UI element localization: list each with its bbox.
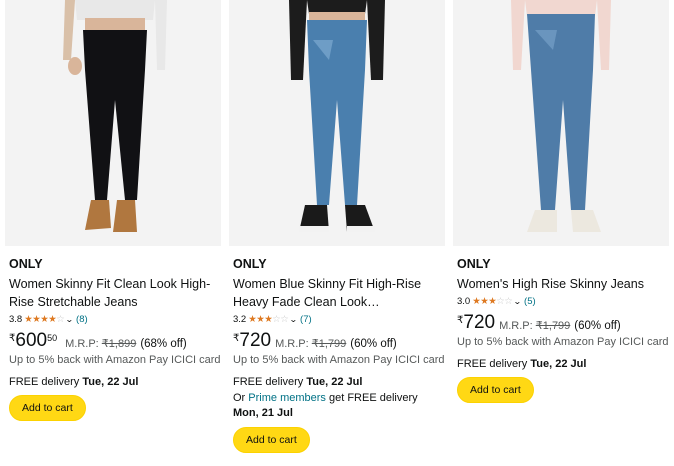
prime-delivery-info: Or Prime members get FREE delivery Mon, …	[233, 392, 418, 419]
product-title[interactable]: Women's High Rise Skinny Jeans	[457, 275, 669, 293]
mrp: M.R.P: ₹1,799	[275, 338, 347, 350]
price-whole: 600	[15, 330, 48, 351]
rating-score: 3.2	[233, 314, 247, 325]
chevron-down-icon[interactable]: ⌄	[65, 314, 74, 326]
add-to-cart-button[interactable]: Add to cart	[9, 395, 86, 421]
product-card[interactable]: ONLY Women Skinny Fit Clean Look High-Ri…	[5, 0, 221, 466]
cashback-offer: Up to 5% back with Amazon Pay ICICI card	[9, 354, 221, 366]
star-rating-icon[interactable]: ★★★☆☆	[248, 314, 289, 326]
rating-row[interactable]: 3.2 ★★★☆☆ ⌄ (7)	[233, 314, 445, 326]
brand-name: ONLY	[9, 257, 43, 271]
brand-name: ONLY	[233, 257, 267, 271]
review-count-link[interactable]: (7)	[300, 314, 312, 326]
product-image[interactable]	[229, 0, 445, 246]
brand-name: ONLY	[457, 257, 491, 271]
product-image[interactable]	[453, 0, 669, 246]
rating-row[interactable]: 3.8 ★★★★☆ ⌄ (8)	[9, 314, 221, 326]
rating-score: 3.8	[9, 314, 23, 325]
price-fraction: 50	[47, 333, 58, 343]
add-to-cart-button[interactable]: Add to cart	[457, 377, 534, 403]
price-row: ₹ 600 50 M.R.P: ₹1,899 (68% off)	[9, 331, 221, 351]
prime-members-link[interactable]: Prime members	[248, 392, 326, 404]
price-whole: 720	[463, 312, 496, 333]
price-row: ₹ 720 M.R.P: ₹1,799 (60% off)	[457, 313, 669, 333]
delivery-info: FREE delivery Tue, 22 Jul	[457, 358, 587, 370]
star-rating-icon[interactable]: ★★★★☆	[24, 314, 65, 326]
price-whole: 720	[239, 330, 272, 351]
rating-row[interactable]: 3.0 ★★★☆☆ ⌄ (5)	[457, 296, 669, 308]
review-count-link[interactable]: (8)	[76, 314, 88, 326]
price-row: ₹ 720 M.R.P: ₹1,799 (60% off)	[233, 331, 445, 351]
add-to-cart-button[interactable]: Add to cart	[233, 427, 310, 453]
product-card[interactable]: ONLY Women Blue Skinny Fit High-Rise Hea…	[229, 0, 445, 466]
mrp: M.R.P: ₹1,799	[499, 320, 571, 332]
star-rating-icon[interactable]: ★★★☆☆	[472, 296, 513, 308]
cashback-offer: Up to 5% back with Amazon Pay ICICI card	[457, 336, 669, 348]
rating-score: 3.0	[457, 296, 471, 307]
discount-percent: (68% off)	[140, 338, 187, 350]
discount-percent: (60% off)	[350, 338, 397, 350]
review-count-link[interactable]: (5)	[524, 296, 536, 308]
discount-percent: (60% off)	[574, 320, 621, 332]
product-title[interactable]: Women Skinny Fit Clean Look High-Rise St…	[9, 275, 221, 311]
delivery-info: FREE delivery Tue, 22 Jul	[9, 376, 139, 388]
delivery-info: FREE delivery Tue, 22 Jul	[233, 376, 363, 388]
cashback-offer: Up to 5% back with Amazon Pay ICICI card	[233, 354, 445, 366]
product-card[interactable]: ONLY Women's High Rise Skinny Jeans 3.0 …	[453, 0, 669, 466]
product-title[interactable]: Women Blue Skinny Fit High-Rise Heavy Fa…	[233, 275, 445, 311]
mrp: M.R.P: ₹1,899	[65, 338, 137, 350]
chevron-down-icon[interactable]: ⌄	[513, 296, 522, 308]
chevron-down-icon[interactable]: ⌄	[289, 314, 298, 326]
product-image[interactable]	[5, 0, 221, 246]
